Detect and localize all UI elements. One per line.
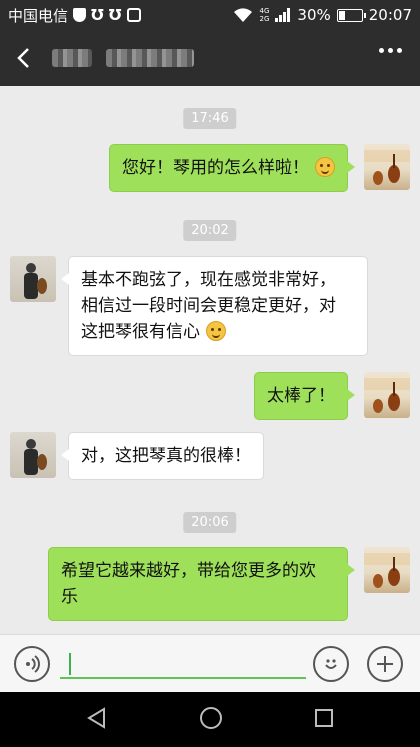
nav-back-button[interactable] (86, 706, 108, 733)
more-dot (397, 48, 402, 53)
message-text-line: 乐 (61, 587, 78, 607)
signal-icon (275, 8, 291, 22)
text-caret (69, 653, 71, 675)
back-button[interactable] (0, 30, 46, 86)
more-options-button[interactable] (379, 48, 402, 53)
circle-home-icon (199, 706, 222, 729)
chevron-left-icon (17, 48, 29, 68)
nav-home-button[interactable] (199, 706, 223, 734)
violin-picture-icon (364, 150, 410, 185)
shield-icon (73, 8, 87, 22)
status-bar: 中国电信 Ʊ Ʊ 4G 2G 30% 20:07 (0, 0, 420, 30)
emoji-button[interactable] (313, 646, 349, 682)
timestamp: 17:46 (183, 108, 237, 129)
violin-picture-icon (364, 378, 410, 413)
square-recents-icon (315, 708, 334, 727)
voice-input-button[interactable] (14, 646, 50, 682)
avatar[interactable] (364, 144, 410, 190)
message-bubble-outgoing[interactable]: 您好！琴用的怎么样啦！ (109, 144, 355, 192)
clock: 20:07 (368, 6, 412, 24)
chat-header (0, 30, 420, 86)
message-input[interactable] (60, 649, 306, 679)
grin-emoji-icon (206, 321, 226, 341)
emoji-icon (325, 659, 337, 669)
system-nav-bar (0, 692, 420, 747)
avatar[interactable] (10, 432, 56, 478)
message-text: 太棒了！ (267, 386, 335, 406)
carrier-label: 中国电信 (8, 6, 69, 25)
network-type-bottom: 2G (259, 15, 270, 23)
person-picture-icon (24, 439, 47, 475)
plus-icon (377, 656, 393, 672)
wifi-icon (233, 8, 252, 22)
message-text: 您好！琴用的怎么样啦！ (122, 158, 309, 178)
redacted-block (106, 49, 194, 67)
more-dot (379, 48, 384, 53)
add-button[interactable] (367, 646, 403, 682)
smile-emoji-icon (315, 157, 335, 177)
message-text-line: 这把琴很有信心 (81, 322, 200, 342)
avatar[interactable] (364, 547, 410, 593)
timestamp: 20:02 (183, 220, 237, 241)
message-text: 对，这把琴真的很棒！ (81, 446, 251, 466)
message-bubble-outgoing[interactable]: 希望它越来越好，带给您更多的欢 乐 (48, 547, 355, 621)
more-dot (388, 48, 393, 53)
message-bubble-outgoing[interactable]: 太棒了！ (254, 372, 355, 420)
network-type-top: 4G (259, 7, 270, 15)
message-bubble-incoming[interactable]: 基本不跑弦了，现在感觉非常好， 相信过一段时间会更稳定更好，对 这把琴很有信心 (61, 256, 368, 356)
contact-name-redacted (52, 49, 194, 67)
message-bubble-incoming[interactable]: 对，这把琴真的很棒！ (61, 432, 264, 480)
voice-icon (26, 655, 40, 673)
message-text-line: 相信过一段时间会更稳定更好，对 (81, 296, 336, 316)
image-icon (126, 8, 141, 22)
message-text-line: 基本不跑弦了，现在感觉非常好， (81, 270, 336, 290)
avatar[interactable] (364, 372, 410, 418)
input-bar (0, 634, 420, 692)
notification-u2-icon: Ʊ (108, 6, 122, 24)
message-text-line: 希望它越来越好，带给您更多的欢 (61, 561, 316, 581)
battery-icon (336, 8, 366, 22)
violin-picture-icon (364, 553, 410, 588)
avatar[interactable] (10, 256, 56, 302)
redacted-block (52, 49, 92, 67)
battery-fill (338, 10, 346, 20)
timestamp: 20:06 (183, 512, 237, 533)
battery-percent: 30% (297, 6, 331, 24)
chat-area[interactable]: 17:46 您好！琴用的怎么样啦！ 20:02 基本不跑弦了，现在感觉非常好， … (0, 86, 420, 634)
person-picture-icon (24, 263, 47, 299)
triangle-back-icon (86, 706, 105, 729)
notification-u-icon: Ʊ (91, 6, 104, 24)
nav-recents-button[interactable] (314, 708, 334, 732)
